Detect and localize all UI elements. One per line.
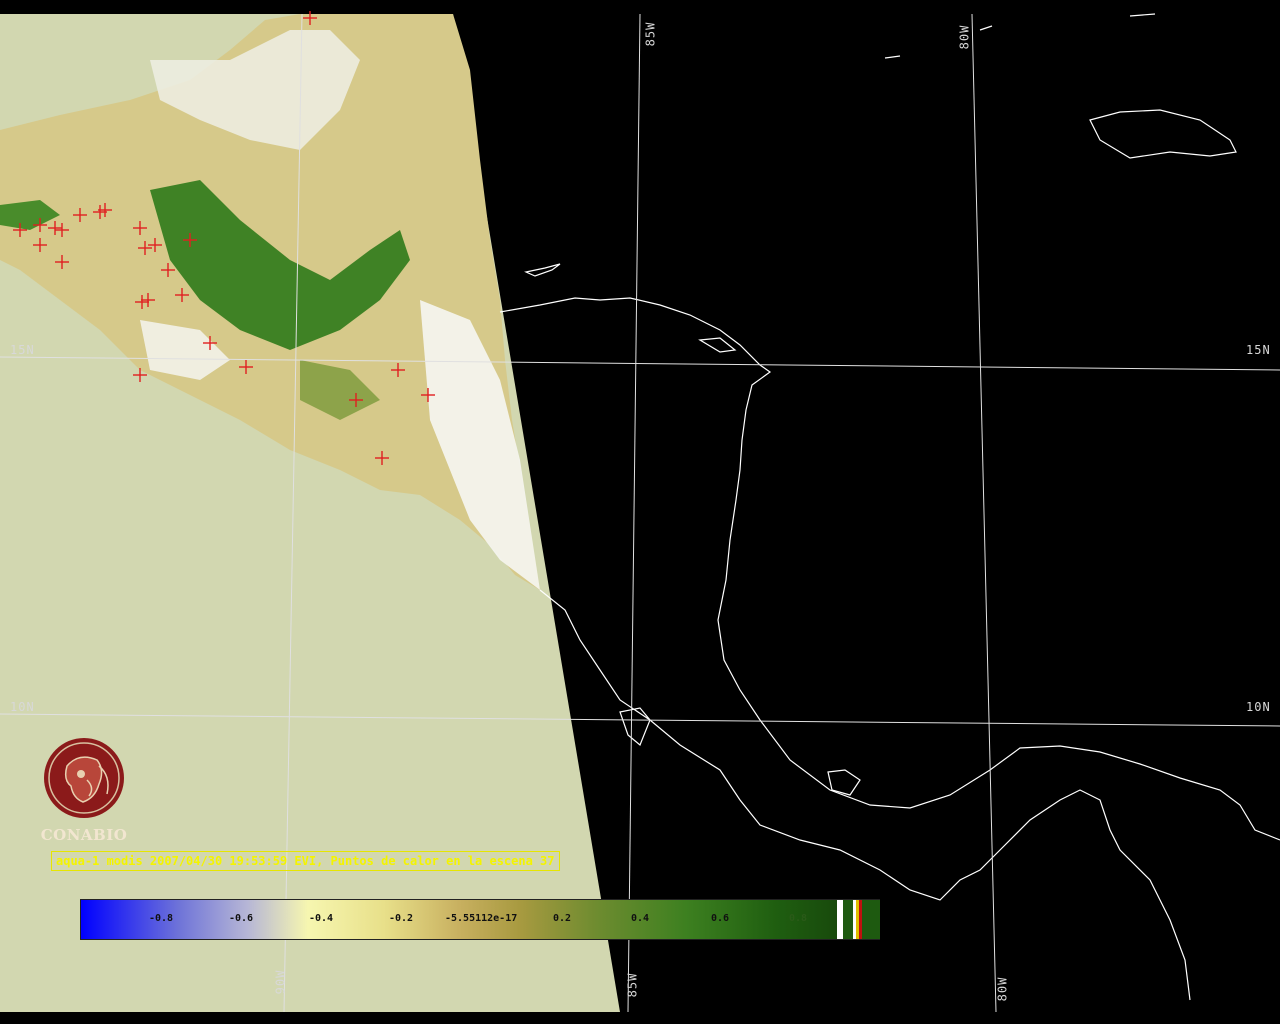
- colorbar-tick: -5.55112e-17: [445, 913, 518, 924]
- colorbar-tick: -0.4: [309, 913, 334, 924]
- colorbar-tick: 0.2: [553, 913, 572, 924]
- evi-colorbar: -0.8 -0.6 -0.4 -0.2 -5.55112e-17 0.2 0.4…: [80, 899, 880, 940]
- colorbar-tick: -0.6: [229, 913, 254, 924]
- satellite-map-view: 15N 15N 10N 10N 85W 85W 80W 80W 90W CONA…: [0, 0, 1280, 1024]
- coastline: [979, 25, 993, 31]
- scene-caption: aqua-1 modis 2007/04/30 19:53:59 EVI, Pu…: [51, 851, 560, 871]
- colorbar-swatch-green-2: [862, 900, 880, 939]
- coastline: [619, 707, 651, 746]
- lon-label-85w-bottom: 85W: [625, 972, 640, 998]
- colorbar-tick: -0.8: [149, 913, 174, 924]
- coastline: [1089, 109, 1237, 159]
- conabio-logo: CONABIO: [36, 736, 132, 844]
- lon-label-90w-bottom: 90W: [273, 969, 288, 995]
- lat-label-15n-right: 15N: [1246, 343, 1271, 357]
- lon-label-80w-bottom: 80W: [995, 976, 1010, 1002]
- coastline: [1129, 13, 1156, 17]
- colorbar-tick: 0.6: [711, 913, 730, 924]
- conabio-logo-icon: [44, 738, 124, 818]
- coastline: [884, 55, 901, 59]
- meridian-80w: [971, 13, 997, 1013]
- colorbar-tick: 0.4: [631, 913, 650, 924]
- colorbar-swatch-green: [843, 900, 853, 939]
- colorbar-tick: -0.2: [389, 913, 414, 924]
- coastline: [698, 337, 737, 353]
- conabio-wordmark: CONABIO: [40, 826, 128, 844]
- colorbar-tick: 0.8: [789, 913, 808, 924]
- lon-label-85w-top: 85W: [643, 21, 658, 47]
- coastline-group: [499, 13, 1280, 1001]
- coastline: [524, 263, 561, 277]
- lon-label-80w-top: 80W: [957, 24, 972, 50]
- lat-label-10n-left: 10N: [10, 700, 35, 714]
- coastline: [499, 297, 1280, 841]
- lat-label-10n-right: 10N: [1246, 700, 1271, 714]
- lat-label-15n-left: 15N: [10, 343, 35, 357]
- meridian-85w: [627, 13, 641, 1013]
